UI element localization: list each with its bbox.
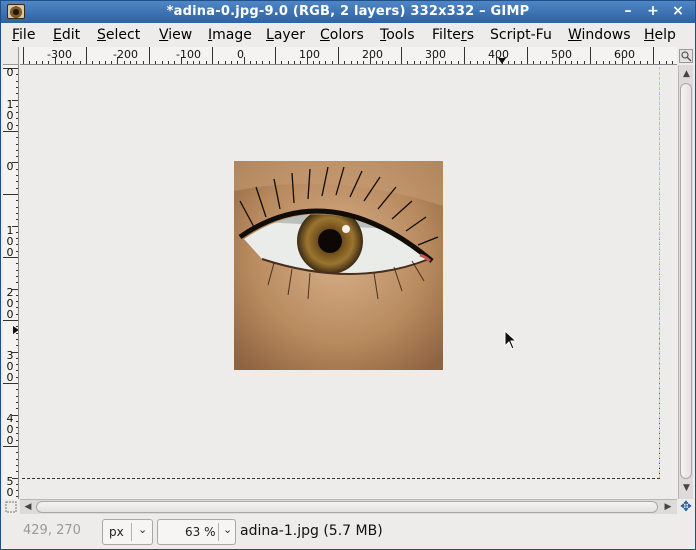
ruler-v-label-digit: 0 — [6, 308, 14, 321]
ruler-h-label: 500 — [551, 48, 572, 61]
ruler-h-label: 0 — [237, 48, 244, 61]
ruler-h-label-value: 200 — [116, 48, 138, 61]
menu-script-fu[interactable]: Script-Fu — [490, 27, 552, 43]
ruler-v-label: 0 — [6, 160, 14, 173]
zoom-image-icon-glyph — [681, 51, 692, 62]
unit-divider — [131, 523, 132, 541]
menu-edit[interactable]: Edit — [53, 27, 80, 43]
zoom-divider — [218, 523, 219, 541]
menu-colors-mnemonic: C — [320, 27, 330, 43]
menu-image-label: mage — [212, 27, 252, 43]
minimize-button[interactable]: – — [618, 3, 638, 21]
ruler-h-label: 100 — [299, 48, 320, 61]
vertical-ruler[interactable]: 0 0 100 200 300 400 500 100 — [3, 65, 19, 499]
menu-view-label: iew — [168, 27, 193, 43]
gimp-image-window: *adina-0.jpg-9.0 (RGB, 2 layers) 332x332… — [0, 0, 696, 550]
eye-photo — [234, 161, 443, 370]
image-layer-eye-photo[interactable] — [234, 161, 443, 370]
menu-edit-label: dit — [61, 27, 81, 43]
zoom-value[interactable]: 63 % — [185, 525, 216, 539]
horizontal-scroll-thumb[interactable] — [36, 501, 658, 513]
unit-selector[interactable]: px ⌄ — [102, 519, 153, 545]
ruler-v-label: 0 — [6, 66, 14, 79]
menu-filters-label: s — [466, 27, 474, 43]
menu-tools[interactable]: Tools — [380, 27, 415, 43]
menu-help-mnemonic: H — [644, 27, 655, 43]
menu-help[interactable]: Help — [644, 27, 676, 43]
menu-file[interactable]: File — [12, 27, 35, 43]
scroll-right-arrow-icon[interactable]: ▶ — [661, 500, 675, 514]
chevron-down-icon[interactable]: ⌄ — [138, 523, 147, 536]
menu-script-fu-label: Script-Fu — [490, 27, 552, 43]
title-bar[interactable]: *adina-0.jpg-9.0 (RGB, 2 layers) 332x332… — [1, 1, 695, 23]
status-bar: 429, 270 px ⌄ 63 % ⌄ adina-1.jpg (5.7 MB… — [1, 515, 695, 549]
mouse-pointer-icon — [504, 330, 518, 350]
ruler-h-label: 600 — [614, 48, 635, 61]
menu-colors-label: olors — [329, 27, 364, 43]
image-canvas[interactable] — [20, 65, 677, 499]
ruler-h-label-value: 300 — [50, 48, 72, 61]
menubar: File Edit Select View Image Layer Colors… — [1, 23, 695, 47]
zoom-selector[interactable]: 63 % ⌄ — [157, 519, 236, 545]
menu-help-label: elp — [654, 27, 676, 43]
scroll-up-arrow-icon[interactable]: ▲ — [680, 67, 693, 81]
menu-image[interactable]: Image — [208, 27, 252, 43]
ruler-v-label-digit: 0 — [6, 246, 14, 259]
ruler-h-label: 300 — [425, 48, 446, 61]
navigate-icon[interactable]: ✥ — [678, 499, 694, 515]
horizontal-ruler[interactable]: -300 -200 -100 0 100 200 300 400 500 600 — [20, 47, 677, 65]
menu-tools-label: ools — [386, 27, 415, 43]
ruler-v-label: 300 — [5, 350, 15, 383]
menu-select[interactable]: Select — [97, 27, 140, 43]
ruler-v-pointer-marker — [13, 326, 18, 334]
menu-select-label: elect — [105, 27, 141, 43]
ruler-h-label: 200 — [362, 48, 383, 61]
ruler-v-label-digit: 0 — [6, 371, 14, 384]
ruler-v-label: 400 — [5, 413, 15, 446]
menu-filters-pre: Filte — [432, 27, 461, 43]
window-title: *adina-0.jpg-9.0 (RGB, 2 layers) 332x332… — [166, 4, 530, 19]
scroll-left-arrow-icon[interactable]: ◀ — [21, 500, 35, 514]
menu-windows-mnemonic: W — [568, 27, 582, 43]
zoom-image-icon[interactable] — [679, 49, 693, 63]
menu-layer[interactable]: Layer — [266, 27, 305, 43]
menu-view-mnemonic: V — [159, 27, 169, 43]
ruler-h-label: -200 — [113, 48, 138, 61]
ruler-h-label-value: 100 — [179, 48, 201, 61]
horizontal-scrollbar[interactable]: ◀ ▶ — [20, 499, 677, 514]
menu-windows[interactable]: Windows — [568, 27, 631, 43]
menu-layer-label: ayer — [273, 27, 306, 43]
menu-select-mnemonic: S — [97, 27, 106, 43]
ruler-h-label: -300 — [47, 48, 72, 61]
quick-mask-icon[interactable] — [3, 499, 19, 515]
ruler-v-label: 500 — [5, 476, 15, 499]
menu-windows-label: indows — [581, 27, 631, 43]
unit-value: px — [109, 525, 124, 539]
menu-edit-mnemonic: E — [53, 27, 62, 43]
menu-colors[interactable]: Colors — [320, 27, 364, 43]
scroll-down-arrow-icon[interactable]: ▼ — [680, 481, 693, 495]
quick-mask-icon-glyph — [5, 501, 17, 513]
vertical-scrollbar[interactable]: ▲ ▼ — [678, 65, 693, 499]
ruler-v-label: 100 — [5, 99, 15, 132]
chevron-down-icon[interactable]: ⌄ — [223, 523, 232, 536]
vertical-scroll-thumb[interactable] — [680, 83, 692, 479]
ruler-v-label: 200 — [5, 287, 15, 320]
ruler-v-label-digit: 0 — [6, 434, 14, 447]
maximize-button[interactable]: + — [643, 3, 663, 21]
menu-file-mnemonic: F — [12, 27, 20, 43]
menu-view[interactable]: View — [159, 27, 192, 43]
ruler-v-label: 100 — [5, 225, 15, 258]
menu-file-label: ile — [19, 27, 36, 43]
ruler-h-label: -100 — [176, 48, 201, 61]
menu-layer-mnemonic: L — [266, 27, 274, 43]
pointer-coordinates: 429, 270 — [23, 523, 81, 538]
close-button[interactable]: × — [668, 3, 688, 21]
ruler-v-label-digit: 0 — [6, 120, 14, 133]
menu-filters[interactable]: Filters — [432, 27, 474, 43]
ruler-h-pointer-marker — [498, 58, 506, 64]
status-message: adina-1.jpg (5.7 MB) — [240, 523, 383, 539]
ruler-corner — [3, 47, 19, 65]
